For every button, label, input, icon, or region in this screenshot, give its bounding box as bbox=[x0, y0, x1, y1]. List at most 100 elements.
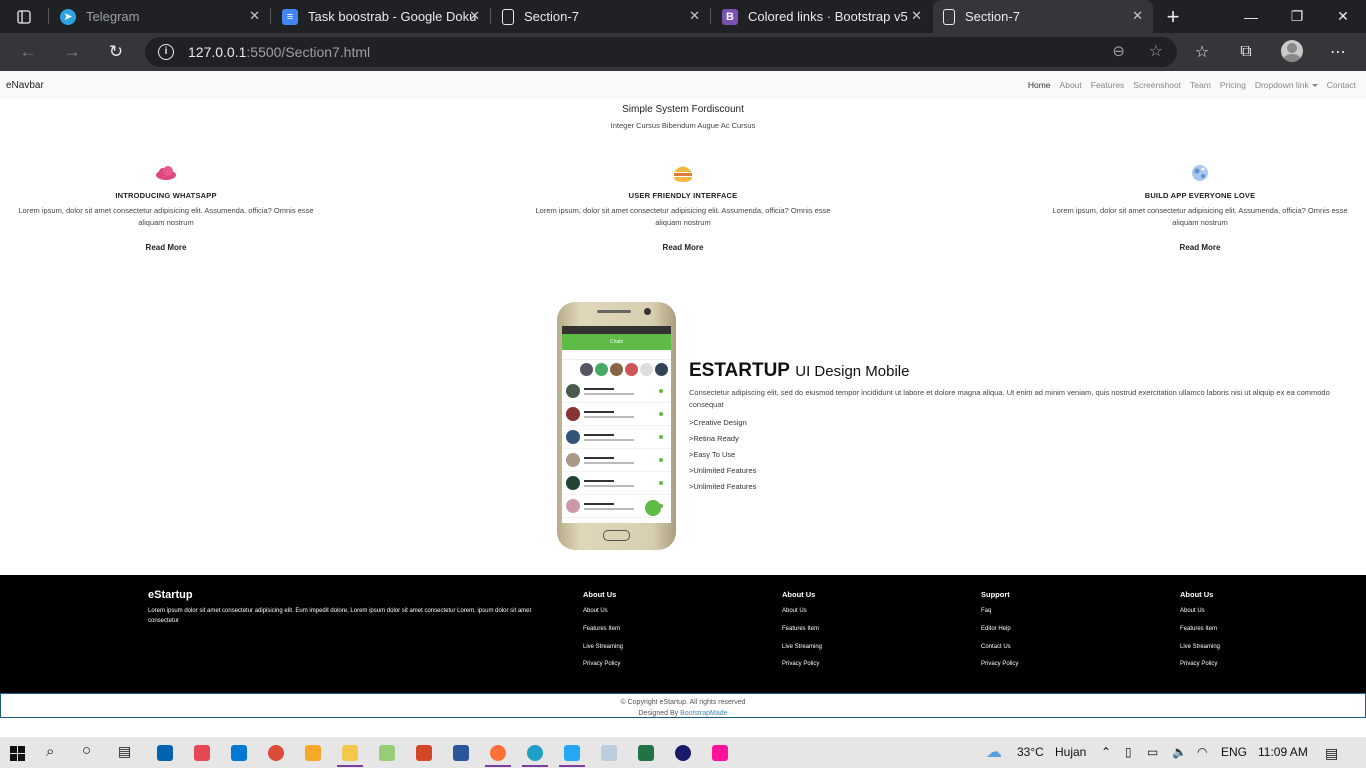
app-icon[interactable] bbox=[712, 745, 728, 761]
feature-text: Lorem ipsum, dolor sit amet consectetur … bbox=[1052, 206, 1348, 227]
volume-icon[interactable]: 🔈 bbox=[1172, 745, 1187, 759]
navbar-brand[interactable]: eNavbar bbox=[6, 80, 44, 91]
tab-google-docs[interactable]: ≡ Task boostrab - Google Doku ✕ bbox=[272, 0, 490, 33]
close-icon[interactable]: ✕ bbox=[911, 8, 922, 24]
nav-features[interactable]: Features bbox=[1091, 80, 1125, 90]
tab-title: Section-7 bbox=[965, 9, 1020, 24]
app-icon[interactable] bbox=[379, 745, 395, 761]
footer-link[interactable]: Live Streaming bbox=[1180, 644, 1220, 662]
temperature[interactable]: 33°C bbox=[1017, 745, 1044, 759]
close-icon[interactable]: ✕ bbox=[1132, 8, 1143, 24]
excel-icon[interactable] bbox=[638, 745, 654, 761]
planet-icon bbox=[1192, 165, 1208, 181]
footer-link[interactable]: Privacy Policy bbox=[583, 661, 623, 679]
read-more-link[interactable]: Read More bbox=[523, 243, 843, 252]
about-title-rest: UI Design Mobile bbox=[795, 363, 910, 380]
read-more-link[interactable]: Read More bbox=[6, 243, 326, 252]
app-icon[interactable] bbox=[675, 745, 691, 761]
clock[interactable]: 11:09 AM bbox=[1258, 745, 1308, 759]
footer-link[interactable]: Contact Us bbox=[981, 644, 1018, 662]
forward-icon[interactable]: → bbox=[60, 41, 84, 63]
language-indicator[interactable]: ENG bbox=[1221, 745, 1247, 759]
restore-icon[interactable]: ❐ bbox=[1274, 0, 1320, 33]
footer-link[interactable]: Features Item bbox=[782, 626, 822, 644]
nav-dropdown-label: Dropdown link bbox=[1254, 80, 1309, 90]
add-favorite-icon[interactable]: ☆ bbox=[1149, 41, 1163, 61]
bootstrapmade-link[interactable]: BootstrapMade bbox=[680, 710, 727, 717]
footer-link[interactable]: Privacy Policy bbox=[782, 661, 822, 679]
wifi-icon[interactable]: ◠ bbox=[1197, 745, 1207, 759]
chevron-up-icon[interactable]: ⌃ bbox=[1101, 745, 1111, 759]
footer-link[interactable]: Features Item bbox=[1180, 626, 1220, 644]
notepad-icon[interactable] bbox=[601, 745, 617, 761]
edge-icon[interactable] bbox=[522, 745, 548, 767]
nav-pricing[interactable]: Pricing bbox=[1220, 80, 1246, 90]
cortana-icon[interactable]: ○ bbox=[82, 742, 91, 759]
copyright-bar: © Copyright eStartup. All rights reserve… bbox=[0, 693, 1366, 718]
footer-link[interactable]: Privacy Policy bbox=[981, 661, 1018, 679]
profile-avatar[interactable] bbox=[1281, 40, 1303, 62]
powerpoint-icon[interactable] bbox=[416, 745, 432, 761]
footer-link[interactable]: About Us bbox=[1180, 608, 1220, 626]
window-close-icon[interactable]: ✕ bbox=[1320, 0, 1366, 33]
tab-section7-active[interactable]: Section-7 ✕ bbox=[933, 0, 1153, 33]
back-icon[interactable]: ← bbox=[16, 41, 40, 63]
task-view-icon[interactable]: ▤ bbox=[118, 743, 131, 760]
vscode-icon[interactable] bbox=[559, 745, 585, 767]
media-player-icon[interactable] bbox=[305, 745, 321, 761]
footer-link[interactable]: Privacy Policy bbox=[1180, 661, 1220, 679]
read-more-link[interactable]: Read More bbox=[1040, 243, 1360, 252]
close-icon[interactable]: ✕ bbox=[249, 8, 260, 24]
nav-about[interactable]: About bbox=[1060, 80, 1082, 90]
info-icon[interactable]: i bbox=[158, 44, 174, 60]
phone-mockup-image: Chats bbox=[557, 302, 676, 550]
refresh-icon[interactable]: ↻ bbox=[104, 41, 128, 63]
url-text[interactable]: 127.0.0.1:5500/Section7.html bbox=[188, 44, 370, 60]
footer-brand: eStartup bbox=[148, 589, 193, 601]
weather-icon[interactable]: ☁ bbox=[986, 742, 1002, 762]
gift-icon[interactable] bbox=[194, 745, 210, 761]
firefox-icon[interactable] bbox=[485, 745, 511, 767]
nav-home[interactable]: Home bbox=[1028, 80, 1051, 90]
footer-link[interactable]: About Us bbox=[583, 608, 623, 626]
tab-telegram[interactable]: ➤ Telegram ✕ bbox=[50, 0, 270, 33]
footer-link[interactable]: Live Streaming bbox=[583, 644, 623, 662]
battery-icon[interactable]: ▭ bbox=[1147, 745, 1158, 759]
minimize-icon[interactable]: — bbox=[1228, 0, 1274, 33]
tab-bootstrap[interactable]: B Colored links · Bootstrap v5.1 ✕ bbox=[712, 0, 932, 33]
chrome-icon[interactable] bbox=[268, 745, 284, 761]
zoom-icon[interactable]: ⊖ bbox=[1112, 42, 1125, 60]
address-bar[interactable]: i 127.0.0.1:5500/Section7.html ⊖ ☆ bbox=[145, 37, 1177, 67]
tab-title: Colored links · Bootstrap v5.1 bbox=[748, 9, 908, 24]
windows-start-icon[interactable] bbox=[10, 746, 25, 761]
footer-link[interactable]: Editor Help bbox=[981, 626, 1018, 644]
nav-screenshoot[interactable]: Screenshoot bbox=[1133, 80, 1181, 90]
footer-link[interactable]: Features Item bbox=[583, 626, 623, 644]
new-tab-icon[interactable]: + bbox=[1150, 0, 1196, 33]
close-icon[interactable]: ✕ bbox=[689, 8, 700, 24]
word-icon[interactable] bbox=[453, 745, 469, 761]
nav-team[interactable]: Team bbox=[1190, 80, 1211, 90]
list-item: >Retina Ready bbox=[689, 434, 739, 443]
nav-contact[interactable]: Contact bbox=[1327, 80, 1356, 90]
more-icon[interactable]: ⋯ bbox=[1327, 41, 1349, 63]
file-explorer-icon[interactable] bbox=[337, 745, 363, 767]
close-icon[interactable]: ✕ bbox=[469, 8, 480, 24]
weather-text[interactable]: Hujan bbox=[1055, 745, 1086, 759]
tab-actions-icon[interactable] bbox=[2, 0, 46, 33]
collections-icon[interactable]: ⧉ bbox=[1235, 41, 1257, 63]
footer-link[interactable]: Faq bbox=[981, 608, 1018, 626]
section-subtitle: Integer Cursus Bibendum Augue Ac Cursus bbox=[610, 121, 756, 130]
store-icon[interactable] bbox=[157, 745, 173, 761]
notifications-icon[interactable]: ▤ bbox=[1325, 745, 1338, 762]
footer-link[interactable]: About Us bbox=[782, 608, 822, 626]
search-icon[interactable]: ⌕ bbox=[46, 743, 54, 760]
mail-icon[interactable] bbox=[231, 745, 247, 761]
tab-section7[interactable]: Section-7 ✕ bbox=[492, 0, 710, 33]
device-icon[interactable]: ▯ bbox=[1125, 745, 1132, 759]
nav-dropdown[interactable]: Dropdown link bbox=[1255, 80, 1318, 90]
feature-heading: USER FRIENDLY INTERFACE bbox=[628, 191, 738, 200]
footer-link[interactable]: Live Streaming bbox=[782, 644, 822, 662]
favorites-icon[interactable]: ☆ bbox=[1191, 41, 1213, 63]
google-docs-icon: ≡ bbox=[282, 8, 298, 25]
